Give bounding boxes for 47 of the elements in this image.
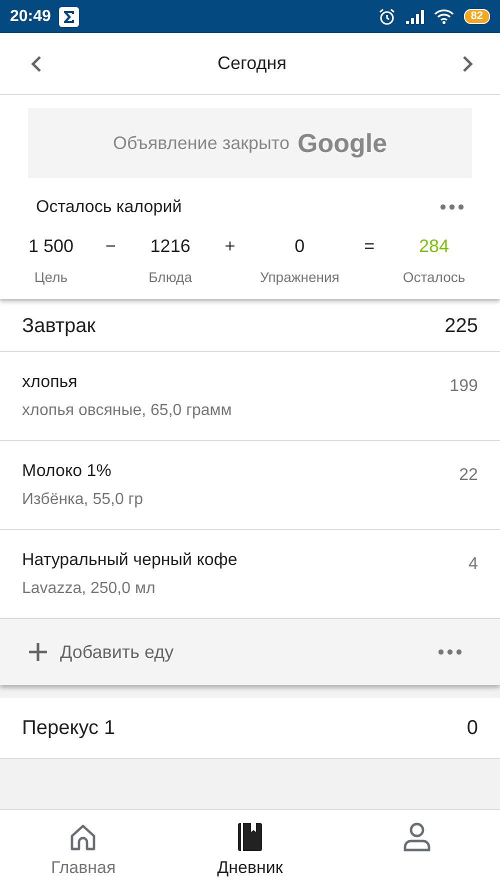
signal-icon bbox=[406, 10, 424, 24]
remaining-value: 284 bbox=[418, 236, 449, 257]
plus-icon[interactable] bbox=[28, 642, 48, 662]
more-icon[interactable] bbox=[440, 204, 464, 210]
calorie-label: Цель bbox=[34, 269, 68, 285]
calorie-value: 1 500 bbox=[28, 236, 74, 257]
calories-title: Осталось калорий bbox=[36, 197, 182, 217]
calorie-label: Блюда bbox=[148, 269, 192, 285]
meal-title: Перекус 1 bbox=[22, 716, 116, 740]
operator-sign: − bbox=[104, 236, 117, 257]
food-detail: хлопья овсяные, 65,0 грамм bbox=[22, 402, 232, 420]
ad-closed-text: Объявление закрыто bbox=[112, 132, 290, 154]
food-detail: Избёнка, 55,0 гр bbox=[22, 491, 144, 509]
food-calories: 199 bbox=[450, 376, 478, 397]
tab-label[interactable]: Дневник bbox=[217, 858, 283, 878]
date-title: Сегодня bbox=[218, 53, 286, 74]
calorie-label: Упражнения bbox=[260, 269, 340, 285]
sigma-app-icon bbox=[58, 6, 79, 26]
food-name: Натуральный черный кофе bbox=[22, 550, 238, 570]
calorie-label: Осталось bbox=[402, 269, 466, 285]
food-name: хлопья bbox=[22, 372, 78, 392]
ad-brand-logo: Google bbox=[297, 128, 388, 158]
food-entry[interactable]: Натуральный черный кофе Lavazza, 250,0 мл 4 bbox=[0, 530, 500, 619]
next-icon[interactable] bbox=[462, 54, 474, 72]
wifi-icon bbox=[434, 9, 454, 24]
previous-icon[interactable] bbox=[30, 54, 42, 72]
profile-icon[interactable] bbox=[402, 822, 431, 852]
food-detail: Lavazza, 250,0 мл bbox=[22, 580, 156, 598]
add-food-button[interactable]: Добавить еду bbox=[60, 642, 174, 662]
operator-sign: = bbox=[363, 236, 376, 257]
more-icon[interactable] bbox=[438, 649, 462, 655]
calorie-value: 0 bbox=[294, 236, 305, 257]
food-calories: 22 bbox=[459, 465, 478, 486]
food-name: Молоко 1% bbox=[22, 461, 112, 481]
food-entry[interactable]: Молоко 1% Избёнка, 55,0 гр 22 bbox=[0, 441, 500, 530]
meal-total: 0 bbox=[466, 716, 478, 740]
food-calories: 4 bbox=[468, 554, 478, 575]
meal-title: Завтрак bbox=[22, 314, 96, 338]
meal-total: 225 bbox=[444, 314, 478, 338]
book-icon[interactable] bbox=[236, 822, 264, 852]
clock-time: 20:49 bbox=[10, 8, 51, 26]
food-entry[interactable]: хлопья хлопья овсяные, 65,0 грамм 199 bbox=[0, 352, 500, 441]
operator-sign: + bbox=[224, 236, 236, 257]
alarm-icon bbox=[378, 8, 396, 26]
calorie-value: 1216 bbox=[150, 236, 190, 257]
battery-indicator: 82 bbox=[464, 9, 490, 24]
tab-label[interactable]: Главная bbox=[50, 858, 116, 878]
